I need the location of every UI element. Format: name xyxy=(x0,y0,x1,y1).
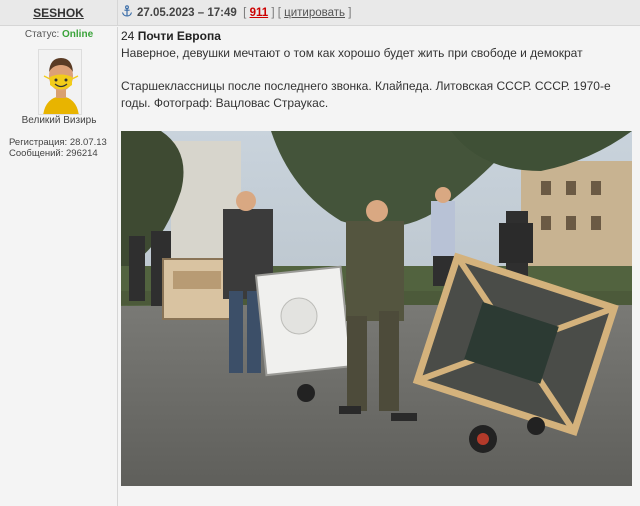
post-number-link[interactable]: 911 xyxy=(250,7,269,19)
post-title: Почти Европа xyxy=(137,29,221,43)
post-header: SESHOK 27.05.2023 – 17:49 [ 911 ] [ цити… xyxy=(0,0,640,26)
messages-label: Сообщений: xyxy=(9,148,64,159)
post-date: 27.05.2023 – 17:49 xyxy=(137,7,237,19)
photo-image xyxy=(121,131,632,486)
post-meta: 27.05.2023 – 17:49 [ 911 ] [ цитировать … xyxy=(121,0,351,26)
registration-row: Регистрация: 28.07.13 xyxy=(9,137,107,148)
registration-value: 28.07.13 xyxy=(69,137,107,148)
post-title-line: 24 Почти Европа xyxy=(121,27,635,45)
bracket-close: ] xyxy=(348,7,352,19)
author-status: Статус: Online xyxy=(0,29,118,40)
quote-link[interactable]: цитировать xyxy=(284,7,345,19)
post-text-2: Старшеклассницы после последнего звонка.… xyxy=(121,79,611,110)
avatar-image xyxy=(39,50,81,114)
messages-row: Сообщений: 296214 xyxy=(9,148,107,159)
registration-label: Регистрация: xyxy=(9,137,68,148)
anchor-icon[interactable] xyxy=(121,5,133,17)
user-rank: Великий Визирь xyxy=(21,115,97,126)
post-photo[interactable] xyxy=(121,131,632,486)
bracket-open: [ xyxy=(243,7,247,19)
forum-post: SESHOK 27.05.2023 – 17:49 [ 911 ] [ цити… xyxy=(0,0,640,506)
status-value: Online xyxy=(62,29,94,40)
author-cell: SESHOK xyxy=(0,0,118,26)
author-name-link[interactable]: SESHOK xyxy=(33,6,84,20)
post-text-1: Наверное, девушки мечтают о том как хоро… xyxy=(121,46,583,60)
post-index: 24 xyxy=(121,29,135,43)
avatar[interactable] xyxy=(38,49,82,115)
status-label: Статус: xyxy=(24,29,60,40)
bracket-separator: ] [ xyxy=(271,7,281,19)
post-content: 24 Почти Европа Наверное, девушки мечтаю… xyxy=(121,27,635,112)
messages-value: 296214 xyxy=(66,148,98,159)
author-stats: Регистрация: 28.07.13 Сообщений: 296214 xyxy=(9,137,107,159)
author-sidebar: Статус: Online Великий Визирь Регистраци… xyxy=(0,27,118,506)
